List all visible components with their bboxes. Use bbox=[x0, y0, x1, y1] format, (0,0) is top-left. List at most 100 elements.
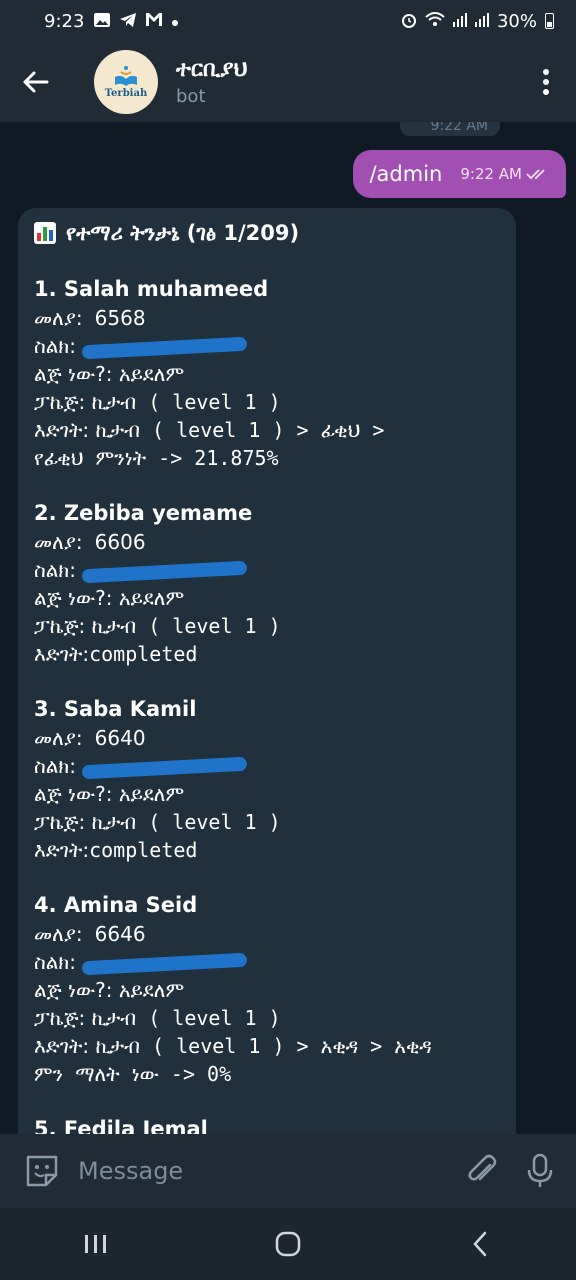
gmail-icon bbox=[146, 13, 163, 29]
student-id-line: መለያ: 6606 bbox=[34, 528, 500, 556]
child-value: አይደለም bbox=[118, 362, 185, 386]
package-value: ኪታብ ( level 1 ) bbox=[91, 390, 281, 414]
child-label: ልጅ ነው?: bbox=[34, 978, 113, 1002]
child-value: አይደለም bbox=[118, 586, 185, 610]
student-id: 6646 bbox=[94, 922, 146, 946]
redacted-phone bbox=[82, 560, 248, 583]
double-check-icon bbox=[526, 169, 545, 180]
system-back-button[interactable] bbox=[450, 1214, 510, 1274]
progress-label: እድገት: bbox=[34, 642, 90, 666]
attach-button[interactable] bbox=[462, 1151, 502, 1191]
status-bar: 9:23 30% bbox=[0, 0, 576, 42]
package-label: ፓኬጅ: bbox=[34, 1006, 86, 1030]
previous-message-bubble: 9:22 AM bbox=[400, 122, 500, 136]
chevron-left-icon bbox=[473, 1231, 487, 1257]
message-header: የተማሪ ትንታኔ (ገፅ 1/209) bbox=[34, 218, 500, 248]
student-progress-cont: የፊቂህ ምንነት -> 21.875% bbox=[34, 446, 279, 470]
back-button[interactable] bbox=[0, 42, 70, 122]
student-id: 6568 bbox=[94, 306, 146, 330]
chat-header: Terbiah ተርቢያህ bot bbox=[0, 42, 576, 122]
more-menu-button[interactable] bbox=[516, 42, 576, 122]
chat-title-block[interactable]: ተርቢያህ bot bbox=[176, 57, 248, 107]
book-logo-icon bbox=[115, 66, 137, 86]
message-composer bbox=[0, 1134, 576, 1208]
progress-value: completed bbox=[89, 838, 198, 862]
student-progress-line: እድገት:completed bbox=[34, 836, 500, 864]
bot-avatar[interactable]: Terbiah bbox=[94, 50, 158, 114]
student-progress-cont: ምን ማለት ነው -> 0% bbox=[34, 1062, 232, 1086]
dot-icon bbox=[172, 14, 179, 29]
student-id-line: መለያ: 6640 bbox=[34, 724, 500, 752]
recent-apps-button[interactable] bbox=[66, 1214, 126, 1274]
student-child-line: ልጅ ነው?: አይደለም bbox=[34, 780, 500, 808]
redacted-phone bbox=[82, 336, 248, 359]
student-id: 6606 bbox=[94, 530, 146, 554]
student-phone-line: ስልክ: bbox=[34, 752, 500, 780]
package-value: ኪታብ ( level 1 ) bbox=[91, 1006, 281, 1030]
battery-icon bbox=[545, 13, 554, 29]
phone-label: ስልክ: bbox=[34, 334, 76, 358]
outgoing-message-bubble[interactable]: /admin 9:22 AM bbox=[353, 150, 566, 198]
progress-value: ኪታብ ( level 1 ) > አቂዳ > አቂዳ bbox=[95, 1034, 432, 1058]
progress-label: እድገት: bbox=[34, 1034, 90, 1058]
gallery-icon bbox=[94, 12, 111, 30]
chat-area[interactable]: 9:22 AM /admin 9:22 AM የተማሪ ትንታኔ (ገፅ 1/2… bbox=[0, 122, 576, 1134]
student-child-line: ልጅ ነው?: አይደለም bbox=[34, 360, 500, 388]
student-id-line: መለያ: 6568 bbox=[34, 304, 500, 332]
home-button[interactable] bbox=[258, 1214, 318, 1274]
student-package-line: ፓኬጅ: ኪታብ ( level 1 ) bbox=[34, 388, 500, 416]
student-progress-line: እድገት:completed bbox=[34, 640, 500, 668]
student-id-line: መለያ: 6646 bbox=[34, 920, 500, 948]
signal-icon bbox=[452, 12, 467, 30]
student-phone-line: ስልክ: bbox=[34, 556, 500, 584]
student-progress-line: እድገት: ኪታብ ( level 1 ) > አቂዳ > አቂዳ bbox=[34, 1032, 500, 1060]
emoji-button[interactable] bbox=[22, 1151, 62, 1191]
student-name: 4. Amina Seid bbox=[34, 893, 198, 917]
telegram-icon bbox=[120, 12, 137, 30]
progress-label: እድገት: bbox=[34, 838, 90, 862]
phone-label: ስልክ: bbox=[34, 754, 76, 778]
microphone-button[interactable] bbox=[520, 1151, 560, 1191]
incoming-message-bubble[interactable]: የተማሪ ትንታኔ (ገፅ 1/209) 1. Salah muhameed መ… bbox=[18, 208, 516, 1134]
student-progress-line: እድገት: ኪታብ ( level 1 ) > ፊቂህ > bbox=[34, 416, 500, 444]
system-nav-bar bbox=[0, 1208, 576, 1280]
wifi-icon bbox=[425, 11, 445, 31]
redacted-phone bbox=[82, 952, 248, 975]
back-arrow-icon bbox=[23, 71, 49, 93]
message-input[interactable] bbox=[76, 1156, 400, 1186]
outgoing-message-meta: 9:22 AM bbox=[460, 165, 550, 183]
recents-icon bbox=[85, 1235, 106, 1253]
student-record: 5. Fedila Jemal bbox=[34, 1114, 500, 1134]
package-value: ኪታብ ( level 1 ) bbox=[91, 810, 281, 834]
phone-label: ስልክ: bbox=[34, 558, 76, 582]
outgoing-message-time: 9:22 AM bbox=[460, 165, 522, 183]
sticker-emoji-icon bbox=[26, 1155, 58, 1187]
child-value: አይደለም bbox=[118, 978, 185, 1002]
alarm-icon bbox=[401, 12, 417, 31]
status-time: 9:23 bbox=[44, 10, 85, 32]
battery-percent: 30% bbox=[496, 10, 537, 32]
child-label: ልጅ ነው?: bbox=[34, 782, 113, 806]
microphone-icon bbox=[527, 1153, 553, 1187]
phone-label: ስልክ: bbox=[34, 950, 76, 974]
child-label: ልጅ ነው?: bbox=[34, 586, 113, 610]
progress-value: ኪታብ ( level 1 ) > ፊቂህ > bbox=[95, 418, 385, 442]
previous-message-time: 9:22 AM bbox=[430, 122, 488, 134]
progress-label: እድገት: bbox=[34, 418, 90, 442]
student-record: 4. Amina Seid መለያ: 6646 ስልክ: ልጅ ነው?: አይደ… bbox=[34, 890, 500, 1088]
student-name: 2. Zebiba yemame bbox=[34, 501, 253, 525]
student-package-line: ፓኬጅ: ኪታብ ( level 1 ) bbox=[34, 1004, 500, 1032]
child-value: አይደለም bbox=[118, 782, 185, 806]
outgoing-message-text: /admin bbox=[369, 162, 443, 186]
paperclip-icon bbox=[468, 1154, 497, 1181]
student-record: 2. Zebiba yemame መለያ: 6606 ስልክ: ልጅ ነው?: … bbox=[34, 498, 500, 668]
id-label: መለያ: bbox=[34, 922, 83, 946]
student-package-line: ፓኬጅ: ኪታብ ( level 1 ) bbox=[34, 808, 500, 836]
package-label: ፓኬጅ: bbox=[34, 810, 86, 834]
id-label: መለያ: bbox=[34, 726, 83, 750]
id-label: መለያ: bbox=[34, 306, 83, 330]
chat-subtitle: bot bbox=[176, 86, 206, 107]
student-phone-line: ስልክ: bbox=[34, 948, 500, 976]
student-record: 3. Saba Kamil መለያ: 6640 ስልክ: ልጅ ነው?: አይደ… bbox=[34, 694, 500, 864]
student-record: 1. Salah muhameed መለያ: 6568 ስልክ: ልጅ ነው?:… bbox=[34, 274, 500, 472]
